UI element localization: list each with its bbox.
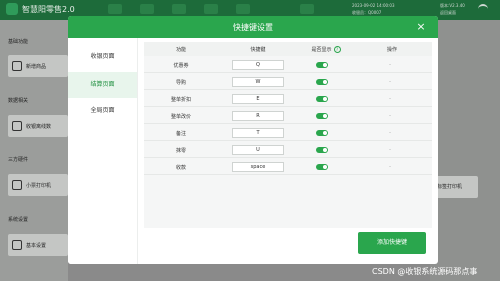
chart-icon [12, 121, 22, 131]
grid-icon[interactable] [236, 4, 250, 14]
shortcut-settings-dialog: 快捷键设置 × 收银页面 结算页面 全局页面 功能 快捷键 是否显示? 操作 优… [68, 16, 438, 264]
product-icon [12, 61, 22, 71]
show-toggle[interactable] [316, 62, 328, 68]
row-divider [144, 72, 432, 73]
row-function: 整单改价 [170, 114, 191, 120]
show-toggle[interactable] [316, 147, 328, 153]
row-function: 整单折扣 [170, 97, 191, 103]
show-toggle[interactable] [316, 164, 328, 170]
label-printer-label: 标签打印机 [437, 184, 463, 190]
settings-item-label: 基本设置 [26, 243, 47, 249]
shortcut-key-input[interactable]: space [232, 162, 284, 172]
show-toggle[interactable] [316, 79, 328, 85]
row-divider [144, 157, 432, 158]
csdn-watermark: CSDN @收银系统源码那点事 [372, 267, 478, 276]
row-function: 收款 [175, 165, 186, 171]
section-title: 三方硬件 [8, 157, 29, 163]
row-function: 备注 [175, 131, 186, 137]
tag-icon[interactable] [204, 4, 218, 14]
shortcut-key-input[interactable]: W [232, 77, 284, 87]
shortcut-key-input[interactable]: R [232, 111, 284, 121]
row-action: - [389, 147, 391, 153]
tab-checkout-page[interactable]: 结算页面 [68, 72, 137, 98]
wifi-icon [478, 4, 488, 14]
row-action: - [389, 113, 391, 119]
section-title: 基础功能 [8, 39, 29, 45]
show-toggle[interactable] [316, 113, 328, 119]
row-function: 导购 [175, 80, 186, 86]
header-version: 版本:V2.3.40 [440, 3, 465, 8]
close-icon[interactable]: × [414, 20, 428, 34]
settings-item-label: 新增商品 [26, 64, 47, 70]
section-title: 数据相关 [8, 98, 29, 104]
row-divider [144, 174, 432, 175]
row-action: - [389, 62, 391, 68]
show-toggle[interactable] [316, 96, 328, 102]
settings-item-label: 收银离线数 [26, 124, 52, 130]
row-action: - [389, 79, 391, 85]
settings-item-label: 小票打印机 [26, 183, 52, 189]
app-logo [6, 3, 18, 15]
shortcut-key-input[interactable]: E [232, 94, 284, 104]
shortcut-key-input[interactable]: T [232, 128, 284, 138]
monitor-icon[interactable] [108, 4, 122, 14]
row-function: 抹零 [175, 148, 186, 154]
column-header-action: 操作 [386, 47, 397, 53]
shortcut-key-input[interactable]: U [232, 145, 284, 155]
row-divider [144, 106, 432, 107]
dialog-title: 快捷键设置 [233, 23, 273, 32]
show-toggle[interactable] [316, 130, 328, 136]
row-action: - [389, 164, 391, 170]
header-time: 2023-09-02 14:00:03 [352, 3, 395, 8]
section-title: 系统设置 [8, 217, 29, 223]
document-icon[interactable] [172, 4, 186, 14]
column-header-show: 是否显示? [306, 46, 346, 53]
heart-icon[interactable] [140, 4, 154, 14]
app-name: 智慧阳零售2.0 [22, 5, 75, 14]
column-header-shortcut: 快捷键 [250, 47, 266, 53]
tab-cashier-page[interactable]: 收银页面 [68, 44, 137, 70]
help-icon[interactable]: ? [333, 46, 341, 53]
column-header-show-label: 是否显示 [311, 47, 332, 53]
add-shortcut-button[interactable]: 添加快捷键 [358, 232, 426, 254]
row-function: 优惠券 [173, 63, 189, 69]
gear-icon [12, 240, 22, 250]
row-divider [144, 140, 432, 141]
tab-global-page[interactable]: 全局页面 [68, 98, 137, 124]
row-action: - [389, 130, 391, 136]
row-action: - [389, 96, 391, 102]
return-desktop-link[interactable]: 返回桌面 [440, 10, 456, 16]
row-divider [144, 89, 432, 90]
phone-icon[interactable] [300, 4, 314, 14]
column-header-function: 功能 [175, 47, 186, 53]
shortcut-key-input[interactable]: Q [232, 60, 284, 70]
settings-right-column [430, 20, 500, 281]
row-divider [144, 123, 432, 124]
printer-icon [12, 180, 22, 190]
